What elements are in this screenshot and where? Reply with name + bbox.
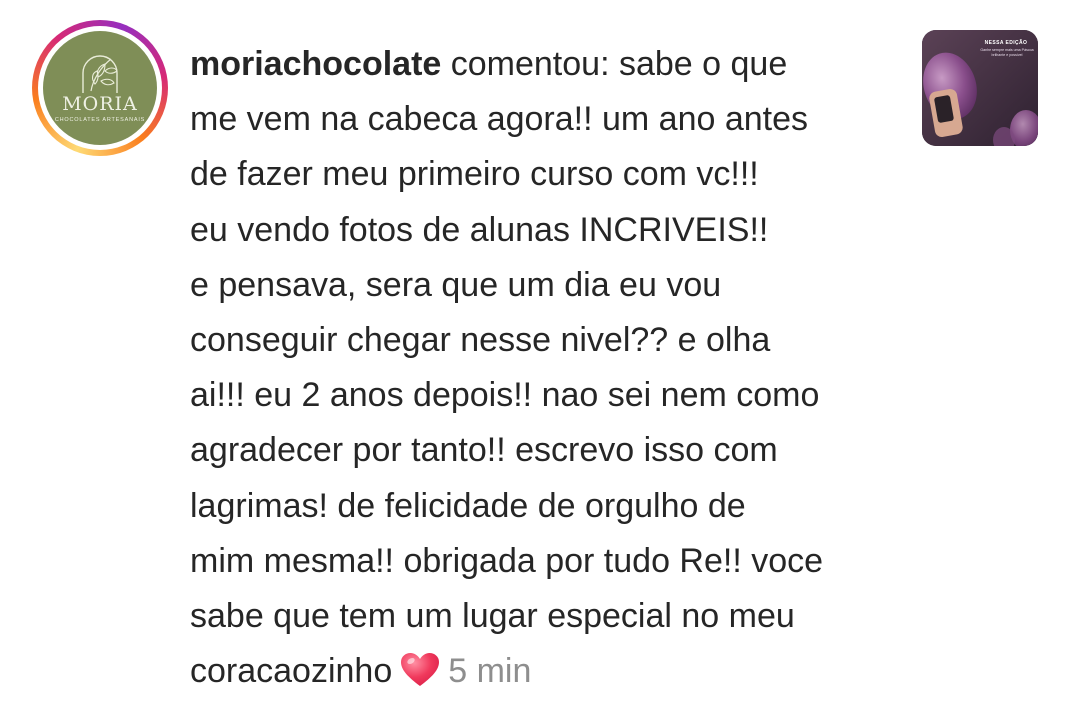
comment-line: moriachocolate comentou: sabe o que [190,37,890,92]
brand-logo-text: MORIA [62,93,138,115]
comment-line: sabe que tem um lugar especial no meu [190,597,795,636]
comment-line: conseguir chegar nesse nivel?? e olha [190,321,771,360]
avatar[interactable]: MORIA CHOCOLATES ARTESANAIS [43,31,157,145]
heart-emoji-icon [400,650,440,705]
thumbnail-text: Ganhe sempre mais uma Páscoa brilhante e… [980,48,1034,57]
comment-line-last: coracaozinho 5 min [190,644,890,705]
comment-timestamp: 5 min [448,652,532,691]
comment-text: coracaozinho [190,652,393,691]
comment-line: mim mesma!! obrigada por tudo Re!! voce [190,541,824,580]
comment-line: agradecer por tanto!! escrevo isso com [190,431,778,470]
comment-line: lagrimas! de felicidade de orgulho de [190,486,746,525]
comment-line: e pensava, sera que um dia eu vou [190,265,722,304]
comment-body: moriachocolate comentou: sabe o que me v… [190,37,890,705]
comment-line: eu vendo fotos de alunas INCRIVEIS!! [190,210,769,249]
username-link[interactable]: moriachocolate [190,45,441,83]
brand-tagline: CHOCOLATES ARTESANAIS [54,117,146,123]
post-thumbnail[interactable]: NESSA EDIÇÃO Ganhe sempre mais uma Pásco… [922,30,1038,146]
thumbnail-heading: NESSA EDIÇÃO [984,40,1028,46]
comment-line: me vem na cabeca agora!! um ano antes [190,100,809,139]
comment-line: de fazer meu primeiro curso com vc!!! [190,155,759,194]
leaf-logo-icon [82,55,118,93]
comment-line: ai!!! eu 2 anos depois!! nao sei nem com… [190,376,820,415]
comment-text: comentou: sabe o que [441,45,788,83]
avatar-story-ring[interactable]: MORIA CHOCOLATES ARTESANAIS [32,20,168,156]
